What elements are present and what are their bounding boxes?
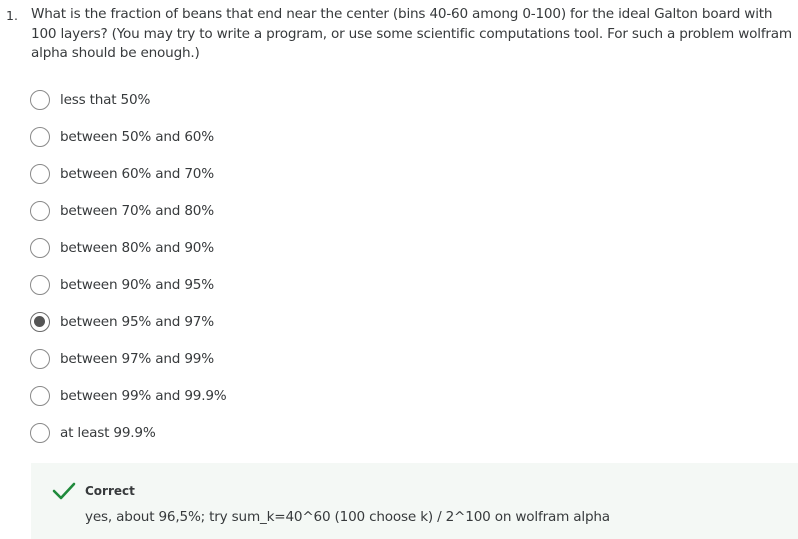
radio-button[interactable]: [30, 385, 50, 406]
radio-button[interactable]: [30, 126, 50, 147]
answer-option[interactable]: between 70% and 80%: [30, 192, 450, 229]
radio-button-selected[interactable]: [30, 311, 50, 332]
feedback-panel: Correct yes, about 96,5%; try sum_k=40^6…: [31, 463, 798, 539]
option-label: between 60% and 70%: [60, 165, 214, 182]
option-label: between 97% and 99%: [60, 350, 214, 367]
option-label: between 50% and 60%: [60, 128, 214, 145]
option-label: between 80% and 90%: [60, 239, 214, 256]
option-label: between 90% and 95%: [60, 276, 214, 293]
radio-button[interactable]: [30, 274, 50, 295]
answer-option[interactable]: less that 50%: [30, 81, 450, 118]
radio-button[interactable]: [30, 422, 50, 443]
radio-button[interactable]: [30, 89, 50, 110]
feedback-status: Correct: [85, 484, 135, 498]
answer-options: less that 50% between 50% and 60% betwee…: [30, 81, 450, 451]
quiz-question: 1. What is the fraction of beans that en…: [0, 0, 798, 539]
radio-button[interactable]: [30, 163, 50, 184]
option-label: between 70% and 80%: [60, 202, 214, 219]
answer-option[interactable]: at least 99.9%: [30, 414, 450, 451]
option-label: between 99% and 99.9%: [60, 387, 227, 404]
radio-button[interactable]: [30, 237, 50, 258]
answer-option[interactable]: between 99% and 99.9%: [30, 377, 450, 414]
radio-button[interactable]: [30, 200, 50, 221]
question-number: 1.: [6, 8, 18, 23]
option-label: less that 50%: [60, 91, 151, 108]
answer-option-selected[interactable]: between 95% and 97%: [30, 303, 450, 340]
feedback-explanation: yes, about 96,5%; try sum_k=40^60 (100 c…: [85, 509, 610, 525]
option-label: at least 99.9%: [60, 424, 156, 441]
radio-button[interactable]: [30, 348, 50, 369]
answer-option[interactable]: between 60% and 70%: [30, 155, 450, 192]
question-text: What is the fraction of beans that end n…: [31, 6, 792, 61]
answer-option[interactable]: between 90% and 95%: [30, 266, 450, 303]
answer-option[interactable]: between 80% and 90%: [30, 229, 450, 266]
answer-option[interactable]: between 97% and 99%: [30, 340, 450, 377]
answer-option[interactable]: between 50% and 60%: [30, 118, 450, 155]
option-label: between 95% and 97%: [60, 313, 214, 330]
check-icon: [52, 482, 76, 500]
